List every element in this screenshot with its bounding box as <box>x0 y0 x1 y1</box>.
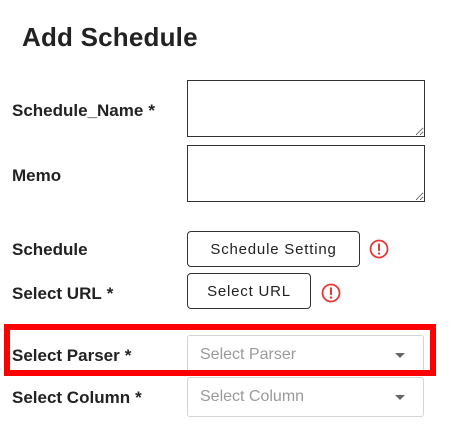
required-mark: * <box>124 346 132 365</box>
caret-down-icon <box>395 395 405 400</box>
select-column-placeholder: Select Column <box>200 388 305 405</box>
schedule-name-label: Schedule_Name * <box>12 101 155 121</box>
schedule-name-field[interactable] <box>187 80 425 137</box>
select-column-dropdown[interactable]: Select Column <box>187 377 424 417</box>
required-mark: * <box>148 101 155 120</box>
required-mark: * <box>106 284 114 303</box>
select-column-label: Select Column * <box>12 388 142 408</box>
schedule-label: Schedule <box>12 240 88 259</box>
select-parser-label-text: Select Parser <box>12 346 120 365</box>
select-column-label-text: Select Column <box>12 388 131 407</box>
exclamation-circle-icon <box>321 283 341 303</box>
page-title: Add Schedule <box>22 22 198 52</box>
select-parser-placeholder: Select Parser <box>200 346 297 363</box>
select-url-label-text: Select URL <box>12 284 102 303</box>
select-parser-dropdown[interactable]: Select Parser <box>187 335 424 375</box>
required-mark: * <box>135 388 142 407</box>
memo-field[interactable] <box>187 145 425 202</box>
schedule-name-label-text: Schedule_Name <box>12 101 144 120</box>
select-url-button[interactable]: Select URL <box>187 273 311 309</box>
memo-label: Memo <box>12 166 62 185</box>
caret-down-icon <box>395 353 405 358</box>
select-url-label: Select URL * <box>12 284 113 304</box>
schedule-setting-button[interactable]: Schedule Setting <box>187 231 360 267</box>
exclamation-circle-icon <box>369 239 389 259</box>
select-parser-label: Select Parser * <box>12 346 131 366</box>
